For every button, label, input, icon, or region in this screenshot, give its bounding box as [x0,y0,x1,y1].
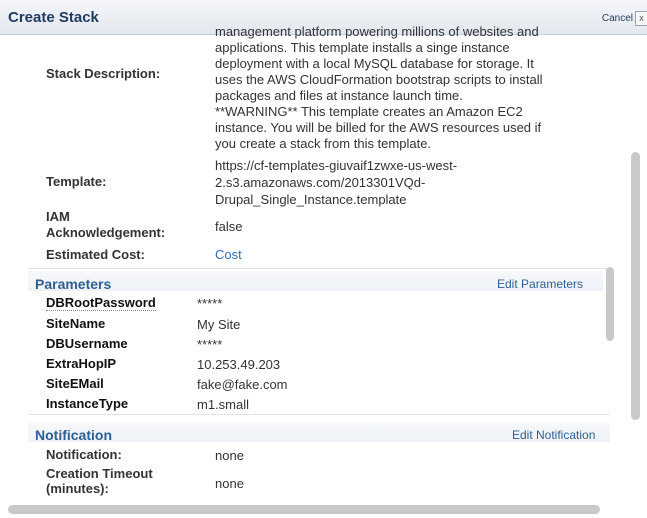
template-url-line: Drupal_Single_Instance.template [215,192,407,207]
param-name-dbrootpassword: DBRootPassword [46,295,156,311]
cancel-button[interactable]: Cancel [602,13,633,24]
param-value-siteemail: fake@fake.com [197,377,288,392]
section-divider [28,268,610,269]
close-icon[interactable]: x [635,11,647,26]
description-line: applications. This template installs a s… [215,40,510,55]
timeout-label-line: Creation Timeout [46,466,153,481]
param-value-extrahopip: 10.253.49.203 [197,357,281,372]
notification-header: Notification [35,427,112,443]
timeout-label-line: (minutes): [46,481,109,496]
vertical-scrollbar-thumb[interactable] [631,152,640,420]
stack-description-value: management platform powering millions of… [215,24,610,152]
description-line: deployment with a local MySQL database f… [215,56,534,71]
param-value-sitename: My Site [197,317,241,332]
dialog-title: Create Stack [8,9,99,26]
iam-acknowledgement-label: IAM Acknowledgement: [46,209,165,241]
param-value-instancetype: m1.small [197,397,250,412]
description-line: instance. You will be billed for the AWS… [215,120,542,135]
param-name-extrahopip: ExtraHopIP [46,356,117,371]
edit-notification-link[interactable]: Edit Notification [512,428,595,442]
description-line: **WARNING** This template creates an Ama… [215,104,523,119]
horizontal-scrollbar-thumb[interactable] [8,505,600,514]
param-value-dbusername: ***** [197,337,223,352]
param-name-instancetype: InstanceType [46,396,129,411]
creation-timeout-value: none [215,476,244,491]
edit-parameters-link[interactable]: Edit Parameters [497,277,583,291]
template-label: Template: [46,174,107,189]
parameters-header: Parameters [35,276,112,292]
iam-acknowledgement-value: false [215,219,243,234]
stack-description-label: Stack Description: [46,66,161,81]
cost-link[interactable]: Cost [215,247,242,262]
iam-label-line: IAM [46,209,70,224]
template-url-line: https://cf-templates-giuvaif1zwxe-us-wes… [215,158,458,173]
param-name-dbusername: DBUsername [46,336,128,351]
creation-timeout-label: Creation Timeout (minutes): [46,466,153,496]
notification-value: none [215,448,244,463]
template-url: https://cf-templates-giuvaif1zwxe-us-wes… [215,157,457,208]
section-divider [28,414,610,415]
description-line: packages and files at instance launch ti… [215,88,463,103]
notification-label: Notification: [46,447,122,462]
iam-label-line: Acknowledgement: [46,225,166,240]
param-name-siteemail: SiteEMail [46,376,104,391]
description-line: you create a stack from this template. [215,136,432,151]
param-value-dbrootpassword: ***** [197,296,223,311]
description-line: management platform powering millions of… [215,24,539,39]
description-line: uses the AWS CloudFormation bootstrap sc… [215,72,543,87]
template-url-line: 2.s3.amazonaws.com/2013301VQd- [215,175,426,190]
param-name-sitename: SiteName [46,316,106,331]
parameters-scrollbar-thumb[interactable] [606,267,614,341]
estimated-cost-label: Estimated Cost: [46,247,145,262]
